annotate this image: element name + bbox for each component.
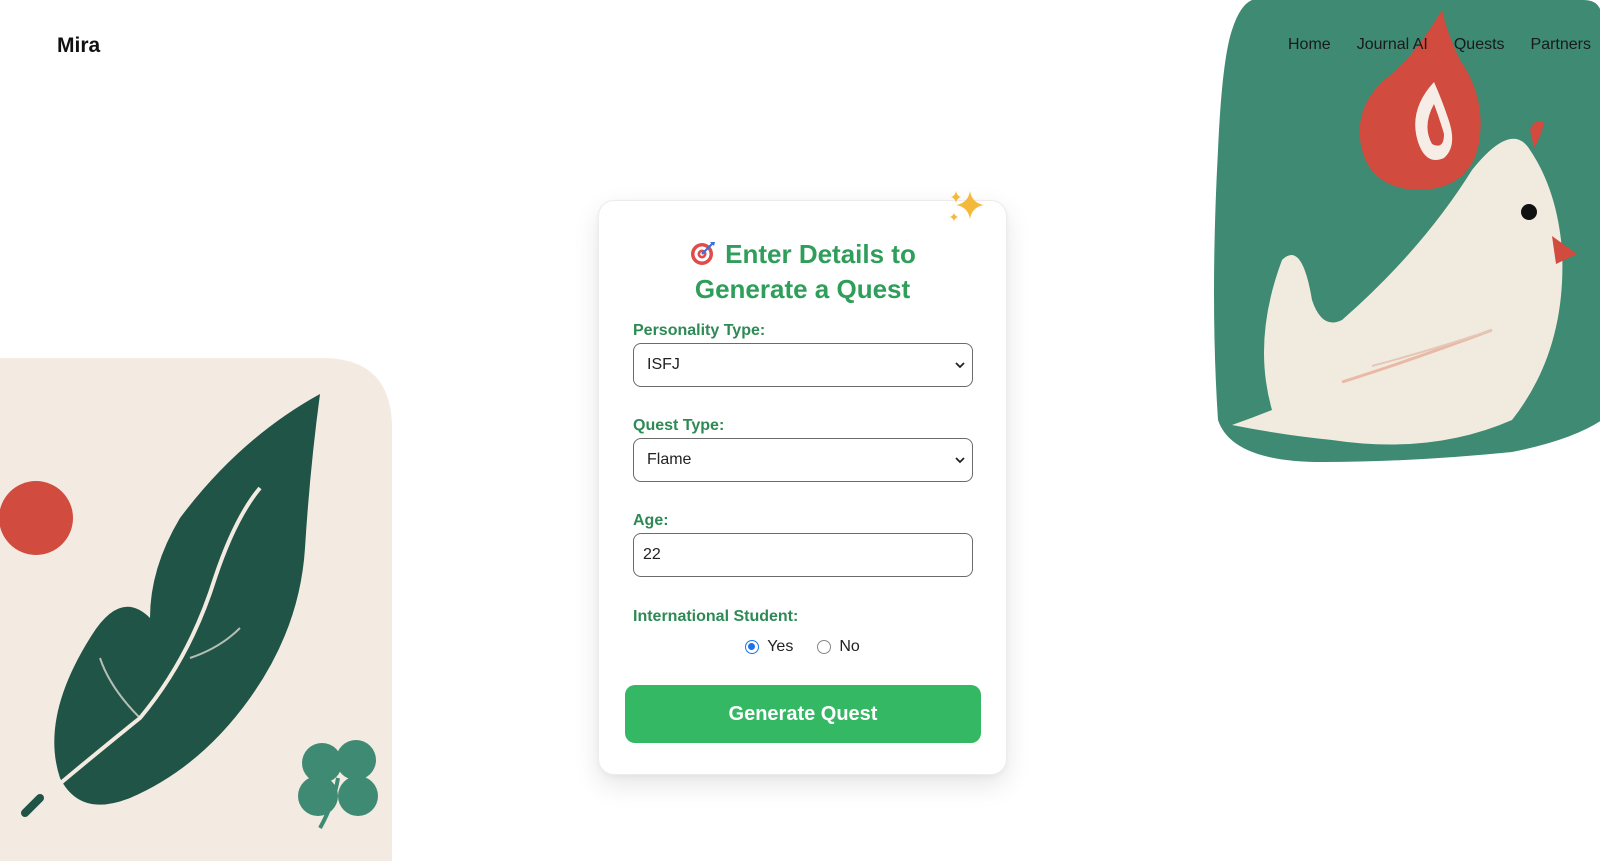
nav-partners[interactable]: Partners	[1531, 36, 1591, 54]
international-student-label: International Student:	[633, 608, 799, 625]
age-label: Age:	[633, 512, 669, 529]
radio-yes-label: Yes	[767, 638, 794, 655]
personality-type-label: Personality Type:	[633, 322, 766, 339]
radio-yes[interactable]: Yes	[745, 638, 793, 656]
quest-type-value: Flame	[647, 451, 692, 468]
personality-type-select[interactable]: ISFJ	[633, 343, 973, 387]
leaf-illustration	[0, 358, 392, 861]
form-title: Enter Details to Generate a Quest	[599, 237, 1006, 307]
radio-no-label: No	[839, 638, 860, 655]
nav-home[interactable]: Home	[1288, 36, 1331, 54]
personality-type-value: ISFJ	[647, 356, 680, 373]
generate-quest-button[interactable]: Generate Quest	[625, 685, 981, 743]
quest-form-card: Enter Details to Generate a Quest Person…	[598, 191, 1007, 775]
international-student-options: Yes No	[599, 638, 1006, 656]
nav-quests[interactable]: Quests	[1454, 36, 1505, 54]
quest-type-select[interactable]: Flame	[633, 438, 973, 482]
radio-no-button[interactable]	[817, 640, 832, 654]
radio-no[interactable]: No	[817, 638, 860, 656]
age-input[interactable]: 22	[633, 533, 973, 577]
chevron-down-icon	[955, 457, 965, 464]
form-title-text: Enter Details to Generate a Quest	[694, 239, 916, 304]
nav-journal-ai[interactable]: Journal AI	[1357, 36, 1428, 54]
brand-logo[interactable]: Mira	[57, 34, 100, 58]
quest-type-label: Quest Type:	[633, 417, 725, 434]
age-value: 22	[643, 546, 661, 563]
chevron-down-icon	[955, 362, 965, 369]
bird-flame-illustration	[1214, 0, 1600, 462]
target-icon	[691, 242, 716, 265]
sparkle-icon	[950, 191, 984, 221]
top-nav: Home Journal AI Quests Partners	[1288, 36, 1591, 54]
radio-yes-button[interactable]	[745, 640, 760, 654]
